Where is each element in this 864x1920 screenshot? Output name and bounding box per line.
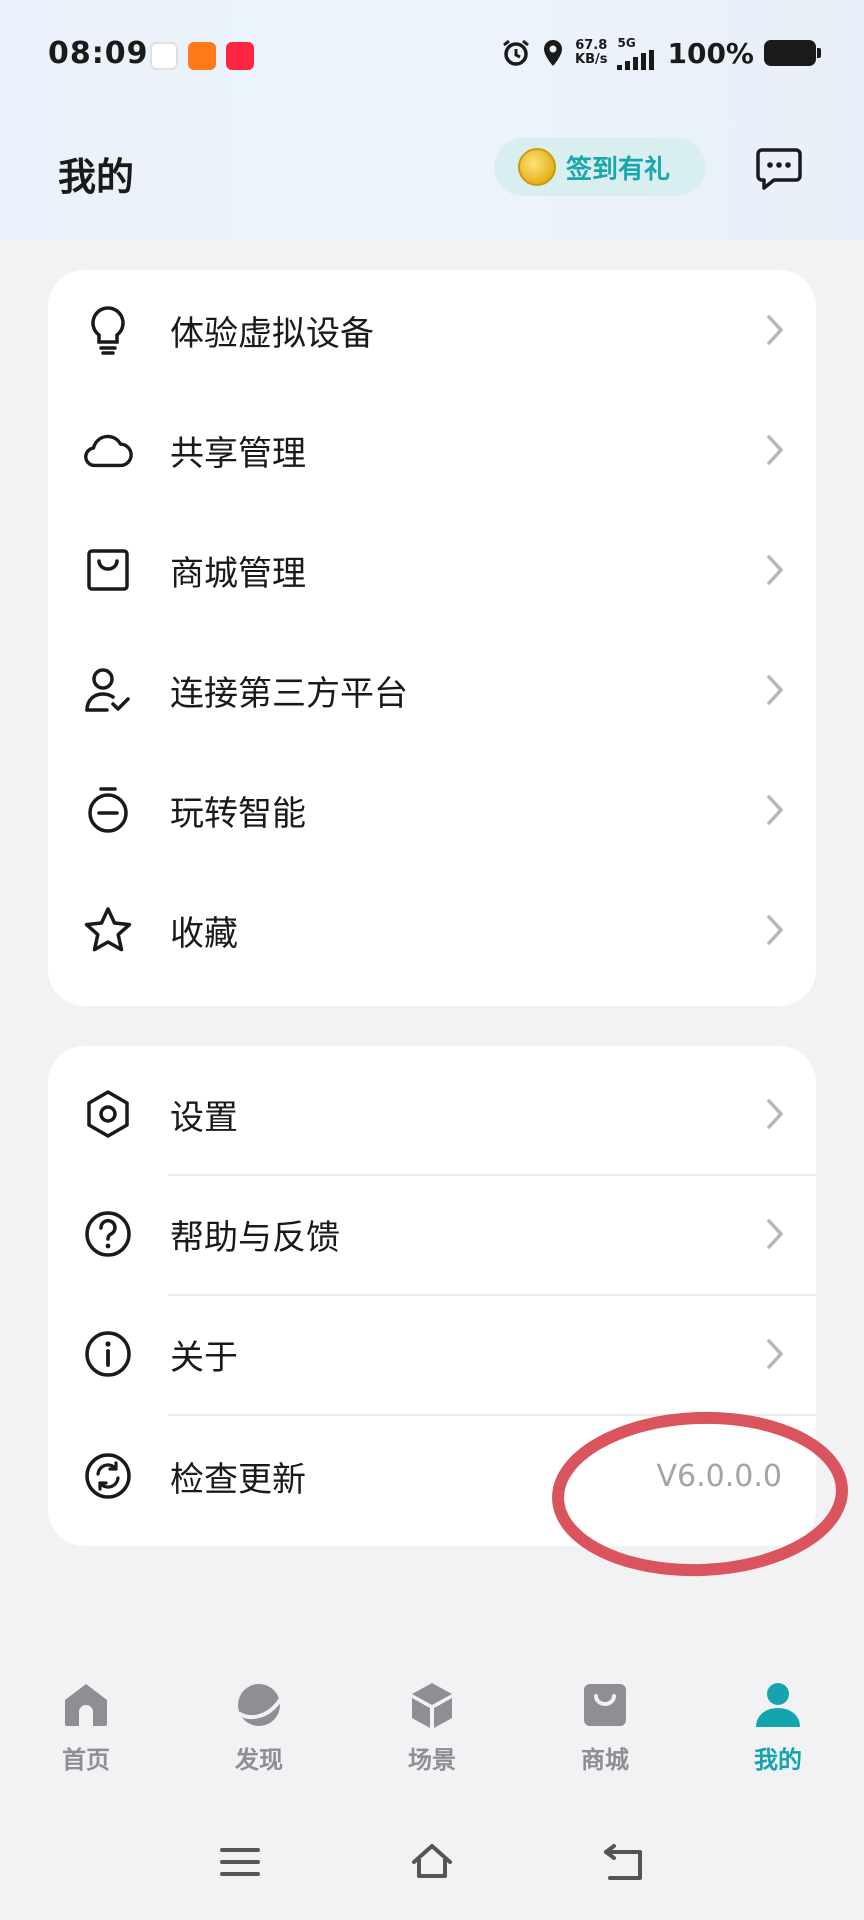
menu-item-shop-manage[interactable]: 商城管理 (48, 510, 816, 630)
nav-label: 场景 (408, 1746, 456, 1774)
menu-item-label: 帮助与反馈 (170, 1217, 340, 1258)
system-nav-bar (0, 1840, 864, 1900)
menu-item-share-manage[interactable]: 共享管理 (48, 390, 816, 510)
chevron-right-icon (767, 435, 783, 465)
menu-item-label: 体验虚拟设备 (170, 313, 374, 354)
page-title: 我的 (58, 155, 135, 199)
checkin-button[interactable]: 签到有礼 (494, 138, 706, 196)
clock-app-icon (150, 42, 178, 70)
back-icon[interactable] (602, 1840, 646, 1884)
menu-item-label: 检查更新 (170, 1459, 306, 1500)
star-icon (82, 904, 134, 956)
nav-home[interactable]: 首页 (26, 1680, 146, 1775)
annotation-circle (552, 1411, 848, 1577)
home-nav-icon[interactable] (410, 1840, 454, 1884)
bottom-nav: 首页 发现 场景 商城 我的 (0, 1680, 864, 1790)
net-speed: 67.8 KB/s (575, 38, 608, 67)
menu-item-label: 连接第三方平台 (170, 673, 408, 714)
menu-card-primary: 体验虚拟设备 共享管理 商城管理 连接第三方平台 玩转智能 收藏 (48, 270, 816, 1006)
chevron-right-icon (767, 1219, 783, 1249)
menu-item-label: 商城管理 (170, 553, 306, 594)
menu-item-label: 收藏 (170, 913, 238, 954)
nav-scene[interactable]: 场景 (372, 1680, 492, 1775)
signal-group: 5G (617, 36, 657, 70)
bulb-icon (82, 304, 134, 356)
user-check-icon (82, 664, 134, 716)
chevron-right-icon (767, 555, 783, 585)
nav-label: 我的 (754, 1746, 802, 1774)
menu-item-label: 玩转智能 (170, 793, 306, 834)
chevron-right-icon (767, 1099, 783, 1129)
nav-shop[interactable]: 商城 (545, 1680, 665, 1775)
menu-item-help-feedback[interactable]: 帮助与反馈 (48, 1174, 816, 1294)
chevron-right-icon (767, 1339, 783, 1369)
nav-label: 首页 (62, 1746, 110, 1774)
location-icon (544, 40, 563, 66)
timer-icon (82, 784, 134, 836)
menu-item-label: 共享管理 (170, 433, 306, 474)
person-icon (756, 1683, 800, 1727)
menu-item-label: 关于 (170, 1337, 238, 1378)
cube-icon (412, 1683, 452, 1728)
checkin-label: 签到有礼 (566, 154, 671, 185)
help-icon (82, 1208, 134, 1260)
battery-percent: 100% (667, 36, 754, 70)
menu-item-smart-tips[interactable]: 玩转智能 (48, 750, 816, 870)
app-notification-icon (188, 42, 216, 70)
battery-icon (764, 40, 821, 66)
nav-mine[interactable]: 我的 (718, 1680, 838, 1775)
home-icon (65, 1684, 107, 1726)
coin-icon (518, 148, 556, 186)
bag-icon (584, 1684, 626, 1726)
menu-item-settings[interactable]: 设置 (48, 1054, 816, 1174)
menu-item-virtual-device[interactable]: 体验虚拟设备 (48, 270, 816, 390)
nav-label: 发现 (235, 1746, 283, 1774)
status-bar: 08:09 67.8 KB/s 5G 100% (0, 0, 864, 112)
chevron-right-icon (767, 315, 783, 345)
menu-item-favorites[interactable]: 收藏 (48, 870, 816, 990)
redbook-icon (226, 42, 254, 70)
cloud-icon (82, 424, 134, 476)
menu-item-label: 设置 (170, 1097, 238, 1138)
alarm-icon (503, 39, 529, 66)
network-type: 5G (617, 36, 636, 50)
status-right: 67.8 KB/s 5G 100% (501, 36, 821, 70)
nav-discover[interactable]: 发现 (199, 1680, 319, 1775)
message-icon[interactable] (756, 146, 802, 190)
nav-label: 商城 (581, 1746, 629, 1774)
menu-item-about[interactable]: 关于 (48, 1294, 816, 1414)
shop-bag-icon (82, 544, 134, 596)
chevron-right-icon (767, 915, 783, 945)
discover-icon (238, 1684, 282, 1726)
info-icon (82, 1328, 134, 1380)
status-time: 08:09 (48, 36, 149, 71)
signal-icon (617, 50, 655, 70)
chevron-right-icon (767, 795, 783, 825)
chevron-right-icon (767, 675, 783, 705)
menu-icon[interactable] (218, 1840, 262, 1884)
menu-item-third-party[interactable]: 连接第三方平台 (48, 630, 816, 750)
refresh-icon (82, 1450, 134, 1502)
settings-hex-icon (82, 1088, 134, 1140)
